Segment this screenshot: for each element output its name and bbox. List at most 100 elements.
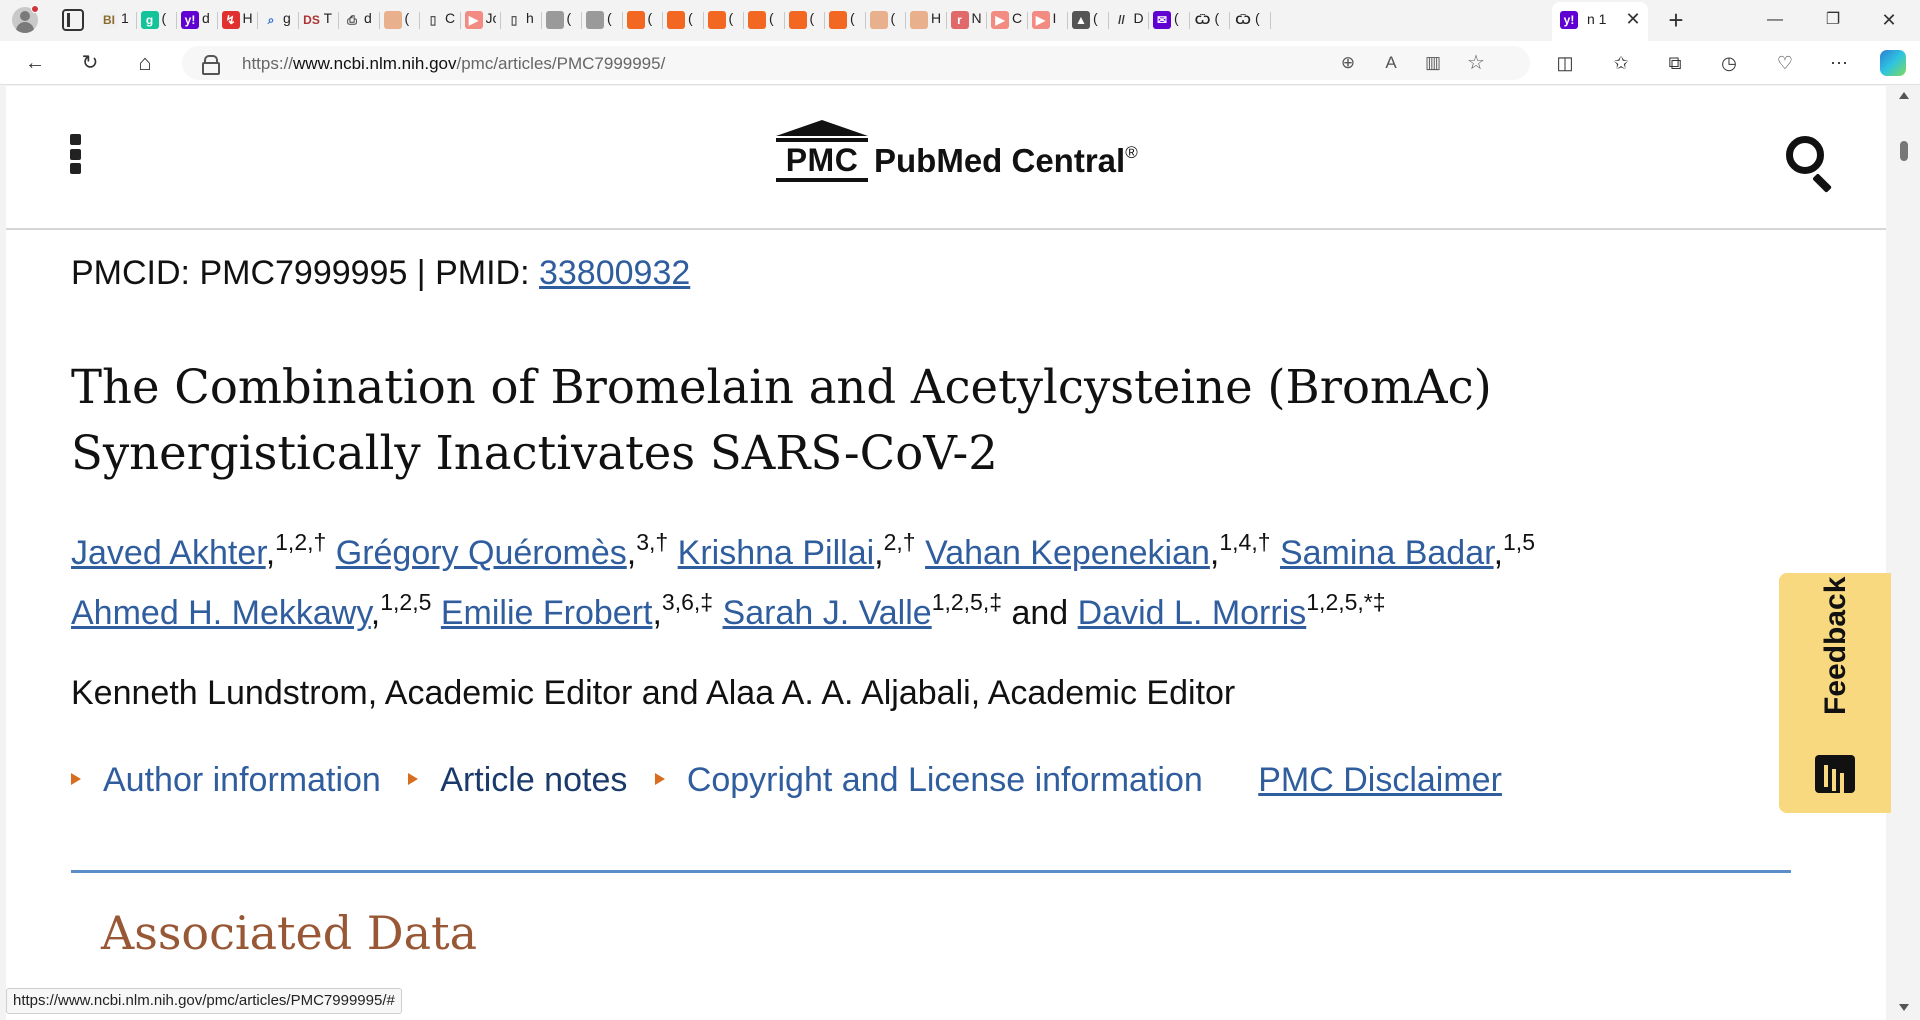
author-link[interactable]: Emilie Frobert — [441, 594, 653, 632]
browser-tab[interactable]: ( — [380, 0, 420, 41]
scroll-up-arrow-icon[interactable] — [1899, 92, 1909, 99]
browser-tab[interactable]: ⌕ g — [258, 0, 299, 41]
pmc-logo[interactable]: PMC PubMed Central® — [770, 120, 1150, 190]
browser-tab[interactable]: ( — [542, 0, 582, 41]
window-close-button[interactable]: ✕ — [1866, 0, 1912, 40]
browser-tab[interactable]: ( — [825, 0, 866, 41]
search-icon[interactable] — [1786, 136, 1840, 193]
youtube-icon: ▶ — [464, 11, 483, 29]
browser-tab[interactable]: y! d — [177, 0, 218, 41]
scroll-down-arrow-icon[interactable] — [1899, 1004, 1909, 1011]
read-aloud-icon[interactable]: A — [1378, 51, 1404, 75]
tab-bar: BI1g(y!d↯H⌕gDST⎙d(▯C▶Jc▯h(((((((((HrN▶C▶… — [0, 0, 1920, 41]
tab-title: ( — [566, 10, 572, 26]
browser-tab[interactable]: ( — [623, 0, 663, 41]
home-button[interactable]: ⌂ — [130, 48, 160, 78]
article-notes-toggle[interactable]: Article notes — [408, 761, 627, 800]
browser-tab[interactable]: Ѿ( — [1230, 0, 1271, 41]
browser-tab[interactable]: BI 1 — [96, 0, 137, 41]
browser-tab[interactable]: ▲( — [1068, 0, 1109, 41]
author-affiliation-marks: 1,4,† — [1219, 529, 1271, 555]
browser-tab[interactable]: ( — [785, 0, 825, 41]
url-text[interactable]: https://www.ncbi.nlm.nih.gov/pmc/article… — [242, 54, 665, 74]
tab-title: T — [323, 10, 333, 26]
associated-data-heading[interactable]: Associated Data — [101, 906, 477, 960]
browser-tab[interactable]: ▶Jc — [461, 0, 501, 41]
more-menu-icon[interactable]: ⋯ — [1824, 48, 1854, 78]
menu-icon[interactable] — [70, 134, 84, 178]
split-screen-icon[interactable]: ◫ — [1550, 48, 1580, 78]
author-link[interactable]: Javed Akhter — [71, 534, 266, 572]
browser-tab[interactable]: ↯ H — [218, 0, 258, 41]
browser-tab[interactable]: g( — [137, 0, 177, 41]
tab-active[interactable]: y! n 1 ✕ — [1552, 2, 1648, 41]
tab-title: C — [445, 10, 455, 26]
browser-tab[interactable]: H — [906, 0, 947, 41]
bookmark-orange-icon — [667, 11, 685, 29]
photo-icon: ▲ — [1072, 11, 1090, 29]
browser-tab[interactable]: Ѿ( — [1190, 0, 1230, 41]
browser-tab[interactable]: ( — [704, 0, 744, 41]
expand-triangle-icon — [654, 773, 665, 785]
page-icon: ▯ — [424, 11, 442, 29]
image-icon — [545, 11, 564, 29]
browser-tab[interactable]: rN — [947, 0, 987, 41]
browser-essentials-icon[interactable]: ♡ — [1770, 48, 1800, 78]
refresh-button[interactable]: ↻ — [75, 48, 105, 78]
tab-title: ( — [728, 10, 734, 26]
address-bar[interactable]: https://www.ncbi.nlm.nih.gov/pmc/article… — [182, 46, 1530, 80]
feedback-chart-icon — [1815, 755, 1855, 793]
tab-title: ( — [769, 10, 774, 26]
browser-tab[interactable]: ▯ h — [501, 0, 542, 41]
copyright-license-toggle[interactable]: Copyright and License information — [654, 761, 1203, 800]
pmc-disclaimer-link[interactable]: PMC Disclaimer — [1258, 761, 1502, 800]
browser-tab[interactable]: ( — [582, 0, 623, 41]
bookmark-orange-icon — [748, 11, 766, 29]
browser-tab[interactable]: ⎙ d — [339, 0, 380, 41]
back-button[interactable]: ← — [20, 48, 50, 78]
copilot-icon[interactable] — [1880, 50, 1906, 76]
new-tab-button[interactable]: + — [1662, 6, 1690, 34]
browser-tab[interactable]: ▶ C — [987, 0, 1028, 41]
browser-tab[interactable]: ✉( — [1149, 0, 1190, 41]
tab-actions-icon[interactable] — [62, 9, 84, 31]
author-link[interactable]: Grégory Quéromès — [336, 534, 627, 572]
browser-tab[interactable]: ( — [744, 0, 785, 41]
immersive-reader-icon[interactable]: ▥ — [1420, 51, 1446, 75]
bookmark-tan-icon — [869, 11, 888, 29]
author-link[interactable]: Krishna Pillai — [678, 534, 875, 572]
page-scrollbar[interactable] — [1894, 86, 1914, 1020]
browser-tab[interactable]: ▶ I — [1028, 0, 1068, 41]
favorites-icon[interactable]: ✩ — [1606, 48, 1636, 78]
minimize-button[interactable]: — — [1752, 0, 1798, 40]
article-ids: PMCID: PMC7999995 | PMID: 33800932 — [71, 254, 690, 293]
favorite-star-icon[interactable]: ☆ — [1463, 51, 1489, 75]
author-link[interactable]: Samina Badar — [1280, 534, 1494, 572]
pmid-link[interactable]: 33800932 — [539, 254, 690, 292]
search-icon: ⌕ — [262, 11, 280, 29]
author-link[interactable]: Ahmed H. Mekkawy — [71, 594, 371, 632]
browser-tab[interactable]: ( — [866, 0, 906, 41]
youtube-icon: ▶ — [991, 11, 1009, 29]
bookmark-orange-icon — [707, 11, 726, 29]
restore-button[interactable]: ❐ — [1810, 0, 1856, 40]
yahoo-icon: y! — [181, 11, 199, 29]
lock-icon[interactable] — [202, 55, 220, 75]
tab-separator — [1269, 12, 1271, 29]
browser-tab[interactable]: DS T — [299, 0, 339, 41]
article-title: The Combination of Bromelain and Acetylc… — [71, 360, 1492, 480]
author-link[interactable]: Vahan Kepenekian — [925, 534, 1210, 572]
author-information-toggle[interactable]: Author information — [71, 761, 381, 800]
scrollbar-thumb[interactable] — [1900, 141, 1908, 161]
author-link[interactable]: David L. Morris — [1078, 594, 1307, 632]
browser-tab[interactable]: ▯ C — [420, 0, 461, 41]
history-icon[interactable]: ◷ — [1714, 48, 1744, 78]
feedback-button[interactable]: Feedback — [1779, 573, 1891, 813]
collections-icon[interactable]: ⧉ — [1660, 48, 1690, 78]
zoom-icon[interactable]: ⊕ — [1335, 51, 1361, 75]
tab-close-icon[interactable]: ✕ — [1622, 8, 1644, 30]
tab-title: d — [202, 10, 210, 26]
browser-tab[interactable]: //D — [1109, 0, 1149, 41]
browser-tab[interactable]: ( — [663, 0, 704, 41]
author-link[interactable]: Sarah J. Valle — [723, 594, 932, 632]
